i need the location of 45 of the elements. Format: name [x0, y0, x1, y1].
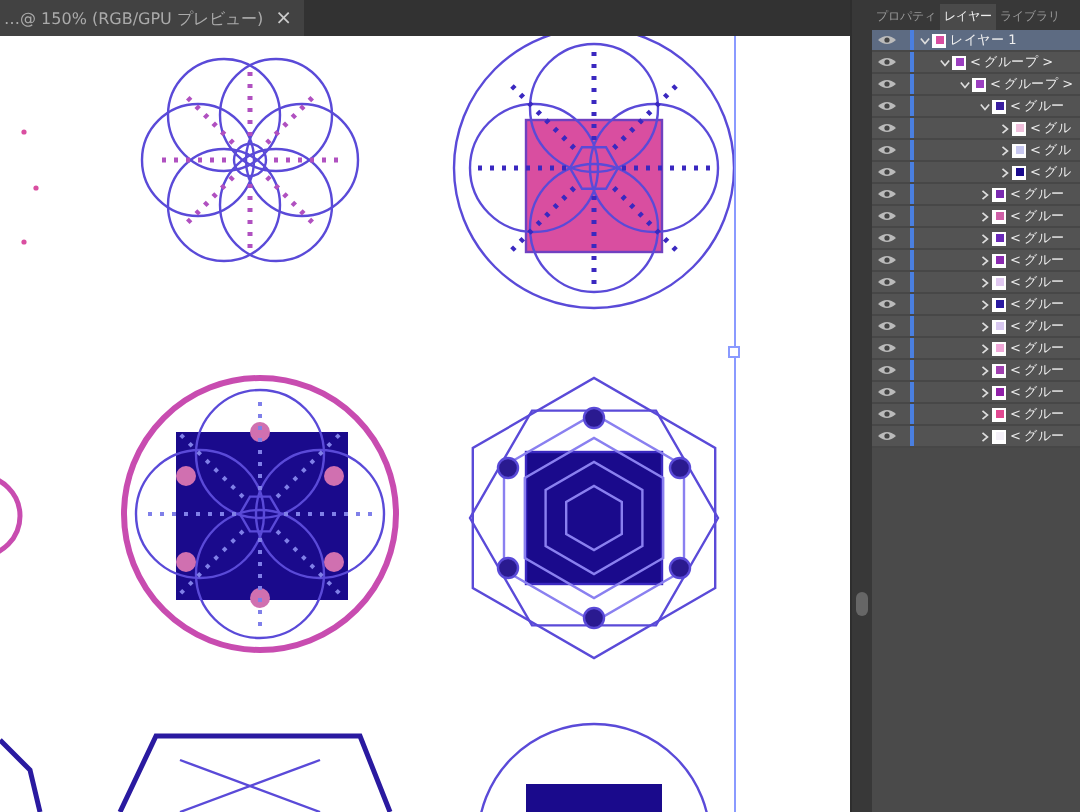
chevron-icon[interactable]: [980, 365, 990, 375]
eye-icon[interactable]: [878, 254, 896, 266]
eye-icon[interactable]: [878, 122, 896, 134]
eye-icon[interactable]: [878, 144, 896, 156]
chevron-icon[interactable]: [980, 211, 990, 221]
eye-icon[interactable]: [878, 210, 896, 222]
chevron-icon[interactable]: [960, 79, 970, 89]
eye-icon[interactable]: [878, 100, 896, 112]
artboard-handle[interactable]: [728, 346, 740, 358]
chevron-icon[interactable]: [980, 409, 990, 419]
eye-icon[interactable]: [878, 386, 896, 398]
chevron-icon[interactable]: [980, 343, 990, 353]
close-button[interactable]: ×: [275, 7, 292, 29]
eye-icon[interactable]: [878, 188, 896, 200]
chevron-icon[interactable]: [940, 57, 950, 67]
document-tab[interactable]: …@ 150% (RGB/GPU プレビュー) ×: [0, 0, 304, 36]
eye-icon[interactable]: [878, 232, 896, 244]
chevron-icon[interactable]: [1000, 123, 1010, 133]
eye-icon[interactable]: [878, 364, 896, 376]
chevron-icon[interactable]: [980, 277, 990, 287]
chevron-icon[interactable]: [980, 101, 990, 111]
eye-icon[interactable]: [878, 298, 896, 310]
chevron-icon[interactable]: [920, 35, 930, 45]
chevron-icon[interactable]: [980, 321, 990, 331]
chevron-icon[interactable]: [980, 431, 990, 441]
eye-icon[interactable]: [878, 166, 896, 178]
scrollbar-thumb[interactable]: [856, 592, 868, 616]
eye-icon[interactable]: [878, 320, 896, 332]
eye-icon[interactable]: [878, 78, 896, 90]
ring-pattern-drawing: [0, 473, 23, 559]
eye-icon[interactable]: [878, 342, 896, 354]
chevron-icon[interactable]: [980, 255, 990, 265]
dot-pattern-drawing: [21, 129, 39, 245]
chevron-icon[interactable]: [1000, 145, 1010, 155]
eye-icon[interactable]: [878, 34, 896, 46]
chevron-icon[interactable]: [980, 299, 990, 309]
eye-icon[interactable]: [878, 408, 896, 420]
chevron-icon[interactable]: [980, 387, 990, 397]
eye-icon[interactable]: [878, 56, 896, 68]
chevron-icon[interactable]: [1000, 167, 1010, 177]
chevron-icon[interactable]: [980, 233, 990, 243]
eye-icon[interactable]: [878, 430, 896, 442]
document-title: …@ 150% (RGB/GPU プレビュー): [4, 7, 264, 29]
eye-icon[interactable]: [878, 276, 896, 288]
chevron-icon[interactable]: [980, 189, 990, 199]
